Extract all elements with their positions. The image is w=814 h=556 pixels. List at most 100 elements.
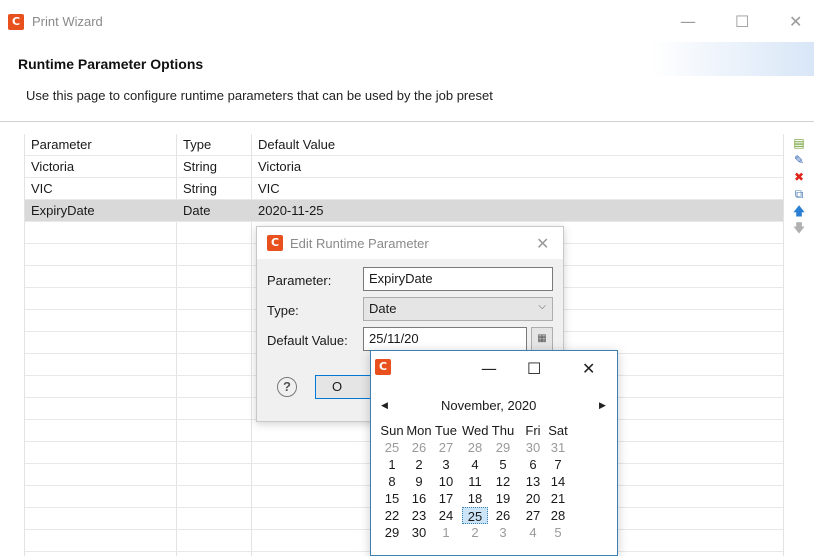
calendar-day[interactable]: 2 — [406, 456, 432, 473]
calendar-day[interactable]: 9 — [406, 473, 432, 490]
date-picker-popup: C — ☐ ✕ ◀ November, 2020 ▶ Sun Mon Tue Wed T… — [370, 350, 618, 556]
calendar-day-selected[interactable]: 25 — [462, 507, 488, 524]
chevron-down-icon: ⌵ — [538, 301, 546, 312]
cell-parameter: ExpiryDate — [31, 203, 95, 218]
calendar-day[interactable]: 10 — [433, 473, 459, 490]
parameter-name-input[interactable]: ExpiryDate — [363, 267, 553, 291]
calendar-day[interactable]: 19 — [490, 490, 516, 507]
calendar-icon: ▦ — [537, 333, 547, 344]
cell-parameter: VIC — [31, 181, 53, 196]
weekday-header: Wed — [462, 423, 489, 438]
header-separator — [0, 121, 814, 122]
type-select-value: Date — [369, 301, 397, 316]
dialog-titlebar: C Edit Runtime Parameter ✕ — [257, 227, 563, 259]
calendar-day[interactable]: 28 — [462, 439, 488, 456]
column-header-default-value[interactable]: Default Value — [258, 137, 335, 152]
calendar-day[interactable]: 28 — [545, 507, 571, 524]
calendar-day[interactable]: 2 — [462, 524, 488, 541]
calendar-logo: C — [375, 359, 391, 375]
weekday-header: Tue — [435, 423, 457, 438]
edit-pencil-icon[interactable]: ✎ — [792, 153, 806, 168]
calendar-day[interactable]: 27 — [520, 507, 546, 524]
cell-default-value: Victoria — [258, 159, 302, 174]
dialog-logo: C — [267, 235, 283, 251]
calendar-day[interactable]: 1 — [379, 456, 405, 473]
calendar-day[interactable]: 30 — [520, 439, 546, 456]
copy-icon[interactable]: ⧉ — [792, 187, 806, 202]
calendar-day[interactable]: 12 — [490, 473, 516, 490]
calendar-day[interactable]: 30 — [406, 524, 432, 541]
dialog-close-button[interactable]: ✕ — [536, 234, 549, 253]
calendar-day[interactable]: 4 — [520, 524, 546, 541]
type-select[interactable]: Date ⌵ — [363, 297, 553, 321]
cell-default-value: VIC — [258, 181, 280, 196]
minimize-button[interactable]: — — [680, 12, 696, 31]
weekday-header: Sun — [380, 423, 404, 438]
table-row-selected[interactable]: ExpiryDate Date 2020-11-25 — [25, 200, 783, 222]
calendar-day[interactable]: 15 — [379, 490, 405, 507]
calendar-day[interactable]: 5 — [545, 524, 571, 541]
calendar-day[interactable]: 13 — [520, 473, 546, 490]
new-parameter-icon[interactable]: ▤ — [792, 136, 806, 151]
help-button[interactable]: ? — [277, 377, 297, 397]
calendar-day[interactable]: 23 — [406, 507, 432, 524]
calendar-picker-button[interactable]: ▦ — [531, 327, 553, 351]
calendar-day[interactable]: 26 — [406, 439, 432, 456]
calendar-day[interactable]: 17 — [433, 490, 459, 507]
table-header-row: Parameter Type Default Value — [25, 134, 783, 156]
delete-x-icon[interactable]: ✖ — [792, 170, 806, 185]
previous-month-button[interactable]: ◀ — [381, 401, 388, 411]
move-up-icon[interactable]: 🡅 — [792, 204, 806, 219]
calendar-month-label: November, 2020 — [441, 398, 537, 413]
calendar-day[interactable]: 16 — [406, 490, 432, 507]
parameter-label: Parameter: — [267, 273, 332, 288]
page-description: Use this page to configure runtime param… — [26, 88, 493, 103]
calendar-day[interactable]: 4 — [462, 456, 488, 473]
weekday-header: Sat — [548, 423, 568, 438]
calendar-day[interactable]: 7 — [545, 456, 571, 473]
calendar-day[interactable]: 27 — [433, 439, 459, 456]
window-title: Print Wizard — [32, 14, 103, 29]
calendar-minimize-button[interactable]: — — [481, 359, 497, 378]
calendar-day[interactable]: 29 — [379, 524, 405, 541]
calendar-day[interactable]: 1 — [433, 524, 459, 541]
cell-type: String — [183, 159, 217, 174]
calendar-titlebar: C — ☐ ✕ — [371, 351, 617, 387]
column-header-parameter[interactable]: Parameter — [31, 137, 92, 152]
close-button[interactable]: ✕ — [789, 12, 802, 31]
next-month-button[interactable]: ▶ — [599, 401, 606, 411]
calendar-day[interactable]: 22 — [379, 507, 405, 524]
weekday-header: Thu — [491, 423, 515, 438]
weekday-header: Fri — [525, 423, 541, 438]
cell-default-value: 2020-11-25 — [258, 203, 324, 218]
calendar-day[interactable]: 14 — [545, 473, 571, 490]
calendar-day[interactable]: 5 — [490, 456, 516, 473]
calendar-day[interactable]: 6 — [520, 456, 546, 473]
calendar-day[interactable]: 26 — [490, 507, 516, 524]
type-label: Type: — [267, 303, 299, 318]
calendar-close-button[interactable]: ✕ — [582, 359, 595, 378]
move-down-icon[interactable]: 🡇 — [792, 221, 806, 236]
page-heading: Runtime Parameter Options — [18, 56, 204, 72]
calendar-day[interactable]: 3 — [490, 524, 516, 541]
cell-type: Date — [183, 203, 211, 218]
calendar-day[interactable]: 18 — [462, 490, 488, 507]
default-value-input[interactable]: 25/11/20 — [363, 327, 527, 351]
maximize-button[interactable]: ☐ — [735, 12, 749, 31]
calendar-day[interactable]: 21 — [545, 490, 571, 507]
column-header-type[interactable]: Type — [183, 137, 211, 152]
cell-type: String — [183, 181, 217, 196]
calendar-day[interactable]: 3 — [433, 456, 459, 473]
app-logo: C — [8, 14, 24, 30]
calendar-maximize-button[interactable]: ☐ — [527, 359, 541, 378]
calendar-day[interactable]: 24 — [433, 507, 459, 524]
calendar-day[interactable]: 11 — [462, 473, 488, 490]
table-row[interactable]: Victoria String Victoria — [25, 156, 783, 178]
calendar-day[interactable]: 25 — [379, 439, 405, 456]
calendar-day[interactable]: 31 — [545, 439, 571, 456]
calendar-day[interactable]: 8 — [379, 473, 405, 490]
calendar-day[interactable]: 20 — [520, 490, 546, 507]
calendar-day[interactable]: 29 — [490, 439, 516, 456]
cell-parameter: Victoria — [31, 159, 75, 174]
table-row[interactable]: VIC String VIC — [25, 178, 783, 200]
